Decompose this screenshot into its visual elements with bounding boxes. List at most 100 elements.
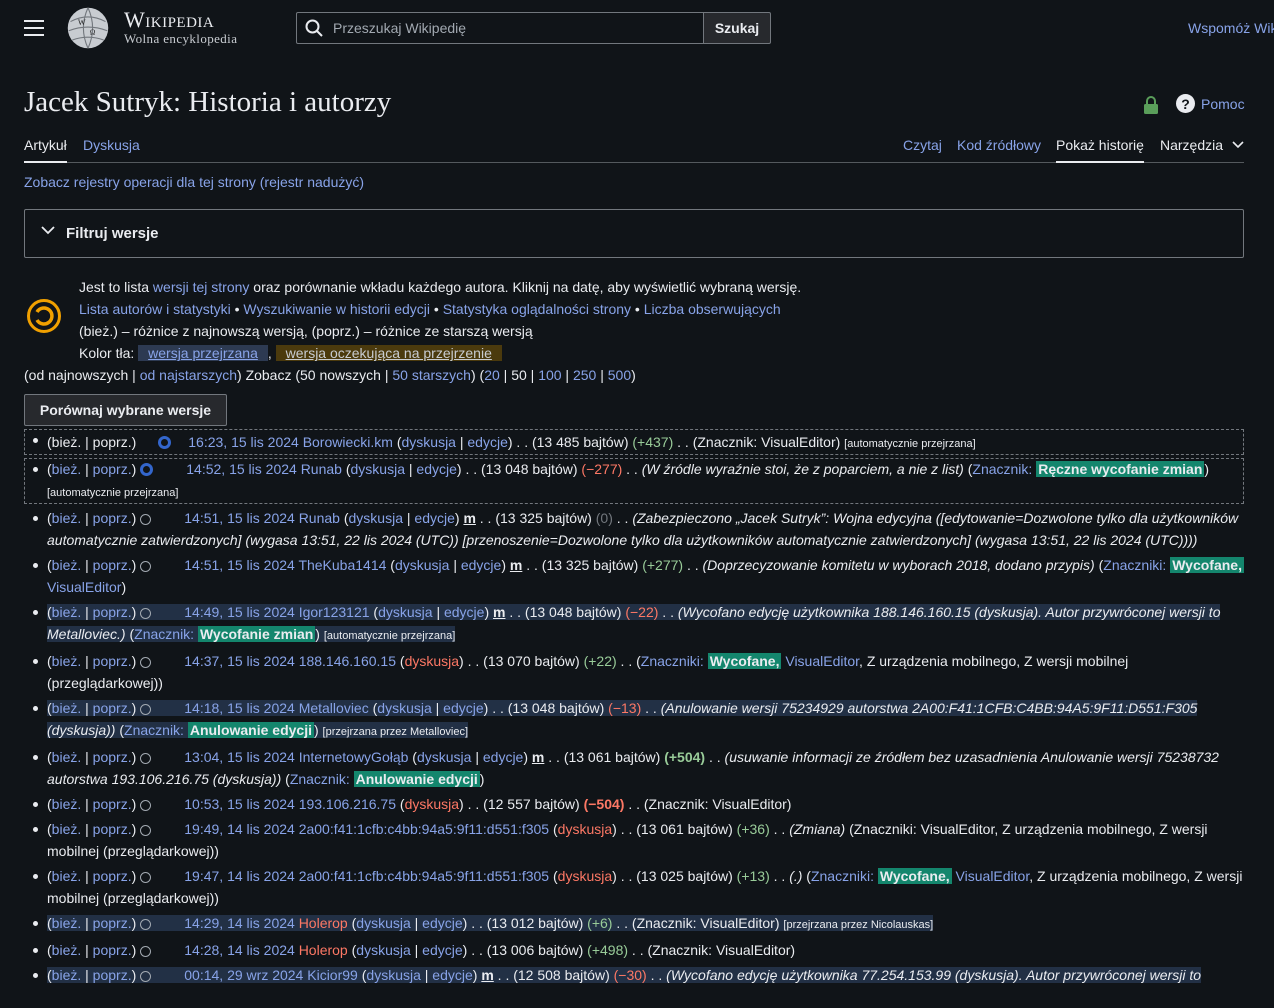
user-talk-link[interactable]: dyskusja: [349, 510, 403, 526]
change-tag[interactable]: VisualEditor: [785, 653, 859, 669]
diff-current-link[interactable]: bież.: [52, 700, 82, 716]
revision-date-link[interactable]: 14:51, 15 lis 2024: [184, 510, 295, 526]
filter-revisions-panel[interactable]: Filtruj wersje: [24, 209, 1244, 258]
user-link[interactable]: Holerop: [299, 942, 348, 958]
diff-current-link[interactable]: bież.: [52, 461, 82, 477]
tab-view-source[interactable]: Kod źródłowy: [957, 137, 1041, 153]
diff-current-link[interactable]: bież.: [52, 821, 82, 837]
user-talk-link[interactable]: dyskusja: [356, 942, 410, 958]
tag-label-link[interactable]: Znacznik:: [290, 771, 350, 787]
tag-label-link[interactable]: Znaczniki:: [1103, 557, 1166, 573]
user-contribs-link[interactable]: edycje: [444, 604, 484, 620]
user-talk-link[interactable]: dyskusja: [402, 434, 456, 450]
radio-old[interactable]: [140, 514, 152, 525]
radio-old[interactable]: [140, 704, 152, 715]
history-search-link[interactable]: Wyszukiwanie w historii edycji: [243, 301, 430, 317]
user-talk-link[interactable]: dyskusja: [405, 796, 459, 812]
revision-date-link[interactable]: 14:29, 14 lis 2024: [184, 915, 295, 931]
change-tag[interactable]: Wycofane,: [1170, 557, 1244, 573]
limit-500-link[interactable]: 500: [608, 367, 631, 383]
pageviews-link[interactable]: Statystyka oglądalności strony: [443, 301, 631, 317]
diff-current-link[interactable]: bież.: [52, 868, 82, 884]
revision-date-link[interactable]: 14:28, 14 lis 2024: [184, 942, 295, 958]
user-link[interactable]: Metalloviec: [299, 700, 369, 716]
radio-old[interactable]: [140, 753, 152, 764]
user-link[interactable]: 193.106.216.75: [299, 796, 396, 812]
diff-current-link[interactable]: bież.: [52, 557, 82, 573]
user-link[interactable]: InternetowyGołąb: [299, 749, 409, 765]
diff-current-link[interactable]: bież.: [52, 942, 82, 958]
user-contribs-link[interactable]: edycje: [432, 967, 472, 983]
user-contribs-link[interactable]: edycje: [414, 510, 454, 526]
radio-old[interactable]: [140, 561, 152, 572]
user-talk-link[interactable]: dyskusja: [558, 821, 612, 837]
radio-old[interactable]: [140, 919, 152, 930]
diff-current-link[interactable]: bież.: [52, 915, 82, 931]
diff-previous-link[interactable]: poprz.: [93, 942, 132, 958]
radio-old[interactable]: [140, 657, 152, 668]
revision-date-link[interactable]: 00:14, 29 wrz 2024: [184, 967, 303, 983]
user-link[interactable]: 2a00:f41:1cfb:c4bb:94a5:9f11:d551:f305: [299, 821, 549, 837]
diff-previous-link[interactable]: poprz.: [93, 868, 132, 884]
change-tag[interactable]: Wycofane,: [707, 653, 782, 669]
tag-label-link[interactable]: Znaczniki:: [811, 868, 874, 884]
revision-date-link[interactable]: 14:49, 15 lis 2024: [184, 604, 295, 620]
user-link[interactable]: TheKuba1414: [298, 557, 386, 573]
change-tag[interactable]: VisualEditor: [956, 868, 1030, 884]
radio-old[interactable]: [140, 971, 152, 982]
page-versions-link[interactable]: wersji tej strony: [153, 279, 249, 295]
diff-current-link[interactable]: bież.: [52, 749, 82, 765]
user-talk-link[interactable]: dyskusja: [395, 557, 449, 573]
protection-lock-icon[interactable]: [1143, 95, 1159, 115]
user-contribs-link[interactable]: edycje: [461, 557, 501, 573]
change-tag[interactable]: Anulowanie edycji: [187, 722, 314, 738]
user-talk-link[interactable]: dyskusja: [366, 967, 420, 983]
diff-previous-link[interactable]: poprz.: [93, 700, 132, 716]
change-tag[interactable]: Anulowanie edycji: [353, 771, 480, 787]
revision-date-link[interactable]: 14:18, 15 lis 2024: [184, 700, 295, 716]
tag-label-link[interactable]: Znaczniki:: [641, 653, 704, 669]
tab-talk[interactable]: Dyskusja: [83, 137, 140, 153]
tab-read[interactable]: Czytaj: [903, 137, 942, 153]
user-contribs-link[interactable]: edycje: [416, 461, 456, 477]
diff-previous-link[interactable]: poprz.: [93, 821, 132, 837]
main-menu-icon[interactable]: [24, 20, 44, 36]
limit-20-link[interactable]: 20: [484, 367, 500, 383]
user-link[interactable]: 2a00:f41:1cfb:c4bb:94a5:9f11:d551:f305: [299, 868, 549, 884]
user-talk-link[interactable]: dyskusja: [356, 915, 410, 931]
user-link[interactable]: Borowiecki.km: [303, 434, 393, 450]
radio-old[interactable]: [140, 800, 152, 811]
radio-old[interactable]: [140, 946, 152, 957]
user-contribs-link[interactable]: edycje: [422, 942, 462, 958]
limit-250-link[interactable]: 250: [573, 367, 596, 383]
diff-current-link[interactable]: bież.: [52, 796, 82, 812]
older-50-link[interactable]: 50 starszych: [392, 367, 471, 383]
user-link[interactable]: Kicior99: [307, 967, 358, 983]
user-link[interactable]: Runab: [299, 510, 340, 526]
diff-previous-link[interactable]: poprz.: [93, 749, 132, 765]
revision-date-link[interactable]: 19:47, 14 lis 2024: [184, 868, 295, 884]
radio-new[interactable]: [158, 436, 172, 449]
revision-date-link[interactable]: 10:53, 15 lis 2024: [184, 796, 295, 812]
help-link[interactable]: ? Pomoc: [1176, 94, 1245, 113]
revision-date-link[interactable]: 14:51, 15 lis 2024: [184, 557, 295, 573]
chevron-down-icon[interactable]: [1232, 141, 1244, 149]
view-logs-link[interactable]: Zobacz rejestry operacji dla tej strony …: [24, 174, 364, 190]
user-link[interactable]: Runab: [301, 461, 342, 477]
change-tag[interactable]: Wycofanie zmian: [197, 626, 316, 642]
user-talk-link[interactable]: dyskusja: [417, 749, 471, 765]
diff-current-link[interactable]: bież.: [52, 967, 82, 983]
user-link[interactable]: 188.146.160.15: [299, 653, 396, 669]
diff-previous-link[interactable]: poprz.: [93, 967, 132, 983]
limit-100-link[interactable]: 100: [538, 367, 561, 383]
oldest-link[interactable]: od najstarszych: [140, 367, 237, 383]
pending-color-sample[interactable]: wersja oczekująca na przejrzenie: [275, 345, 502, 361]
revision-date-link[interactable]: 14:52, 15 lis 2024: [186, 461, 297, 477]
user-talk-link[interactable]: dyskusja: [351, 461, 405, 477]
diff-previous-link[interactable]: poprz.: [93, 461, 132, 477]
diff-previous-link[interactable]: poprz.: [93, 653, 132, 669]
revision-date-link[interactable]: 14:37, 15 lis 2024: [184, 653, 295, 669]
tag-label-link[interactable]: Znacznik:: [134, 626, 194, 642]
diff-previous-link[interactable]: poprz.: [93, 510, 132, 526]
user-link[interactable]: Igor123121: [299, 604, 370, 620]
